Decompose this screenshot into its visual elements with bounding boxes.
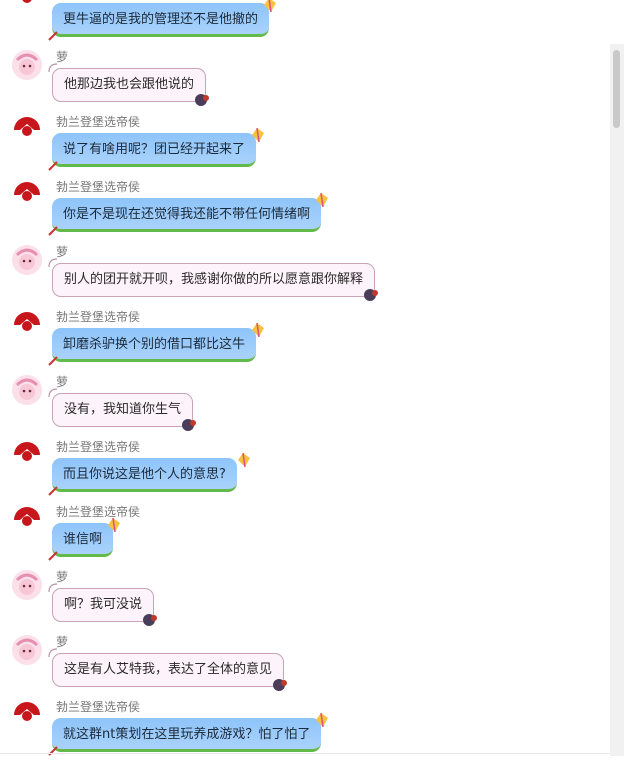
message-bubble[interactable]: 别人的团开就开呗，我感谢你做的所以愿意跟你解释 [52,263,376,297]
tail-icon [48,31,58,41]
sender-name: 勃兰登堡选帝侯 [56,180,141,194]
bomb-icon [182,419,196,431]
message-bubble[interactable]: 这是有人艾特我，表达了全体的意见 [52,653,285,687]
message-bubble[interactable]: 谁信啊 [52,523,114,557]
tail-icon [48,551,58,561]
sender-name: 勃兰登堡选帝侯 [56,310,141,324]
swirl-icon [48,648,58,658]
kite-icon [316,193,328,207]
avatar[interactable] [12,440,42,470]
sender-name: 勃兰登堡选帝侯 [56,115,141,129]
kite-icon [252,128,264,142]
chat-message-list: 更牛逼的是我的管理还不是他撤的 萝 他那边我也会跟他说的 勃兰登堡选帝侯 说了有… [0,0,610,760]
avatar[interactable] [12,115,42,145]
bomb-icon [195,94,209,106]
scrollbar[interactable] [610,44,624,756]
message-bubble[interactable]: 卸磨杀驴换个别的借口都比这牛 [52,328,257,362]
message-bubble[interactable]: 啊？我可没说 [52,588,155,622]
message-bubble[interactable]: 他那边我也会跟他说的 [52,68,207,102]
message-bubble[interactable]: 说了有啥用呢？团已经开起来了 [52,133,257,167]
divider [0,753,610,754]
swirl-icon [48,388,58,398]
message-bubble[interactable]: 更牛逼的是我的管理还不是他撤的 [52,3,270,37]
avatar[interactable] [12,0,42,12]
avatar[interactable] [12,50,42,80]
avatar[interactable] [12,375,42,405]
avatar[interactable] [12,180,42,210]
avatar[interactable] [12,635,42,665]
bomb-icon [273,679,287,691]
tail-icon [48,356,58,366]
avatar[interactable] [12,310,42,340]
avatar[interactable] [12,570,42,600]
kite-icon [238,453,250,467]
message-bubble[interactable]: 而且你说这是他个人的意思? [52,458,237,492]
swirl-icon [48,583,58,593]
kite-icon [264,0,276,12]
avatar[interactable] [12,505,42,535]
avatar[interactable] [12,245,42,275]
sender-name: 勃兰登堡选帝侯 [56,700,141,714]
message-bubble[interactable]: 你是不是现在还觉得我还能不带任何情绪啊 [52,198,322,232]
tail-icon [48,226,58,236]
kite-icon [252,323,264,337]
tail-icon [48,746,58,756]
swirl-icon [48,63,58,73]
sender-name: 勃兰登堡选帝侯 [56,505,141,519]
kite-icon [108,518,120,532]
message-bubble[interactable]: 没有，我知道你生气 [52,393,194,427]
avatar[interactable] [12,700,42,730]
scrollbar-thumb[interactable] [613,50,620,128]
bomb-icon [143,614,157,626]
kite-icon [316,713,328,727]
tail-icon [48,486,58,496]
tail-icon [48,161,58,171]
sender-name: 勃兰登堡选帝侯 [56,440,141,454]
bomb-icon [364,289,378,301]
swirl-icon [48,258,58,268]
message-bubble[interactable]: 就这群nt策划在这里玩养成游戏？怕了怕了 [52,718,322,752]
